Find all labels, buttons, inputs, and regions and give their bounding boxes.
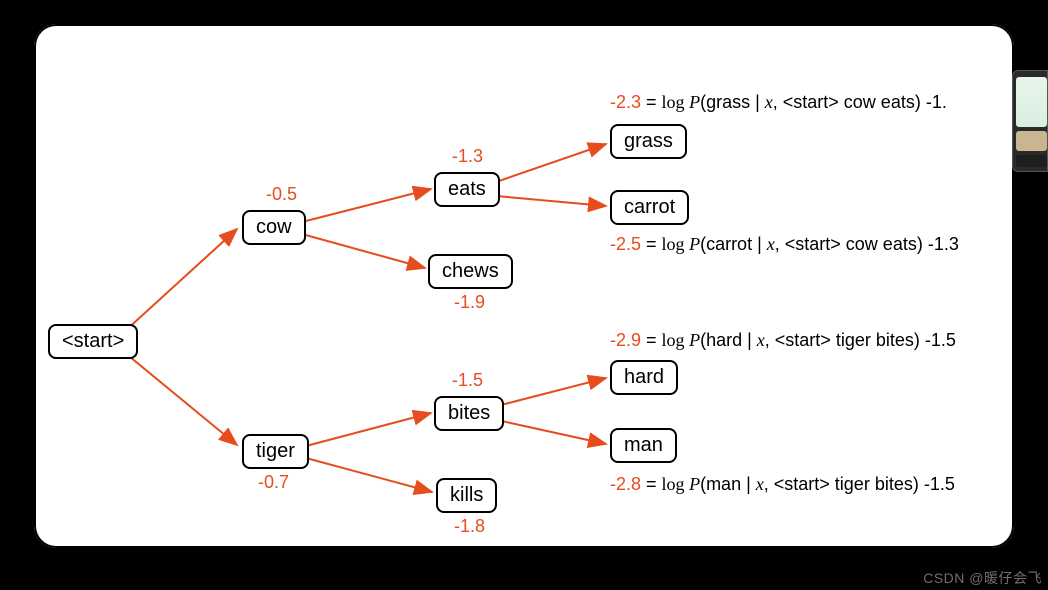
node-hard: hard <box>610 360 678 395</box>
score-kills: -1.8 <box>454 516 485 537</box>
node-carrot: carrot <box>610 190 689 225</box>
score-bites: -1.5 <box>452 370 483 391</box>
formula-grass: -2.3 = log P(grass | x, <start> cow eats… <box>610 92 947 113</box>
diagram-canvas: <start> cow -0.5 tiger -0.7 eats -1.3 ch… <box>34 24 1014 548</box>
formula-hard: -2.9 = log P(hard | x, <start> tiger bit… <box>610 330 956 351</box>
node-cow: cow <box>242 210 306 245</box>
node-eats: eats <box>434 172 500 207</box>
node-kills: kills <box>436 478 497 513</box>
watermark: CSDN @暖仔会飞 <box>923 568 1042 588</box>
node-tiger: tiger <box>242 434 309 469</box>
node-chews: chews <box>428 254 513 289</box>
node-grass: grass <box>610 124 687 159</box>
formula-man: -2.8 = log P(man | x, <start> tiger bite… <box>610 474 955 495</box>
node-man: man <box>610 428 677 463</box>
video-thumbnail <box>1012 70 1048 172</box>
score-cow: -0.5 <box>266 184 297 205</box>
node-start: <start> <box>48 324 138 359</box>
score-tiger: -0.7 <box>258 472 289 493</box>
score-chews: -1.9 <box>454 292 485 313</box>
node-bites: bites <box>434 396 504 431</box>
score-eats: -1.3 <box>452 146 483 167</box>
formula-carrot: -2.5 = log P(carrot | x, <start> cow eat… <box>610 234 959 255</box>
